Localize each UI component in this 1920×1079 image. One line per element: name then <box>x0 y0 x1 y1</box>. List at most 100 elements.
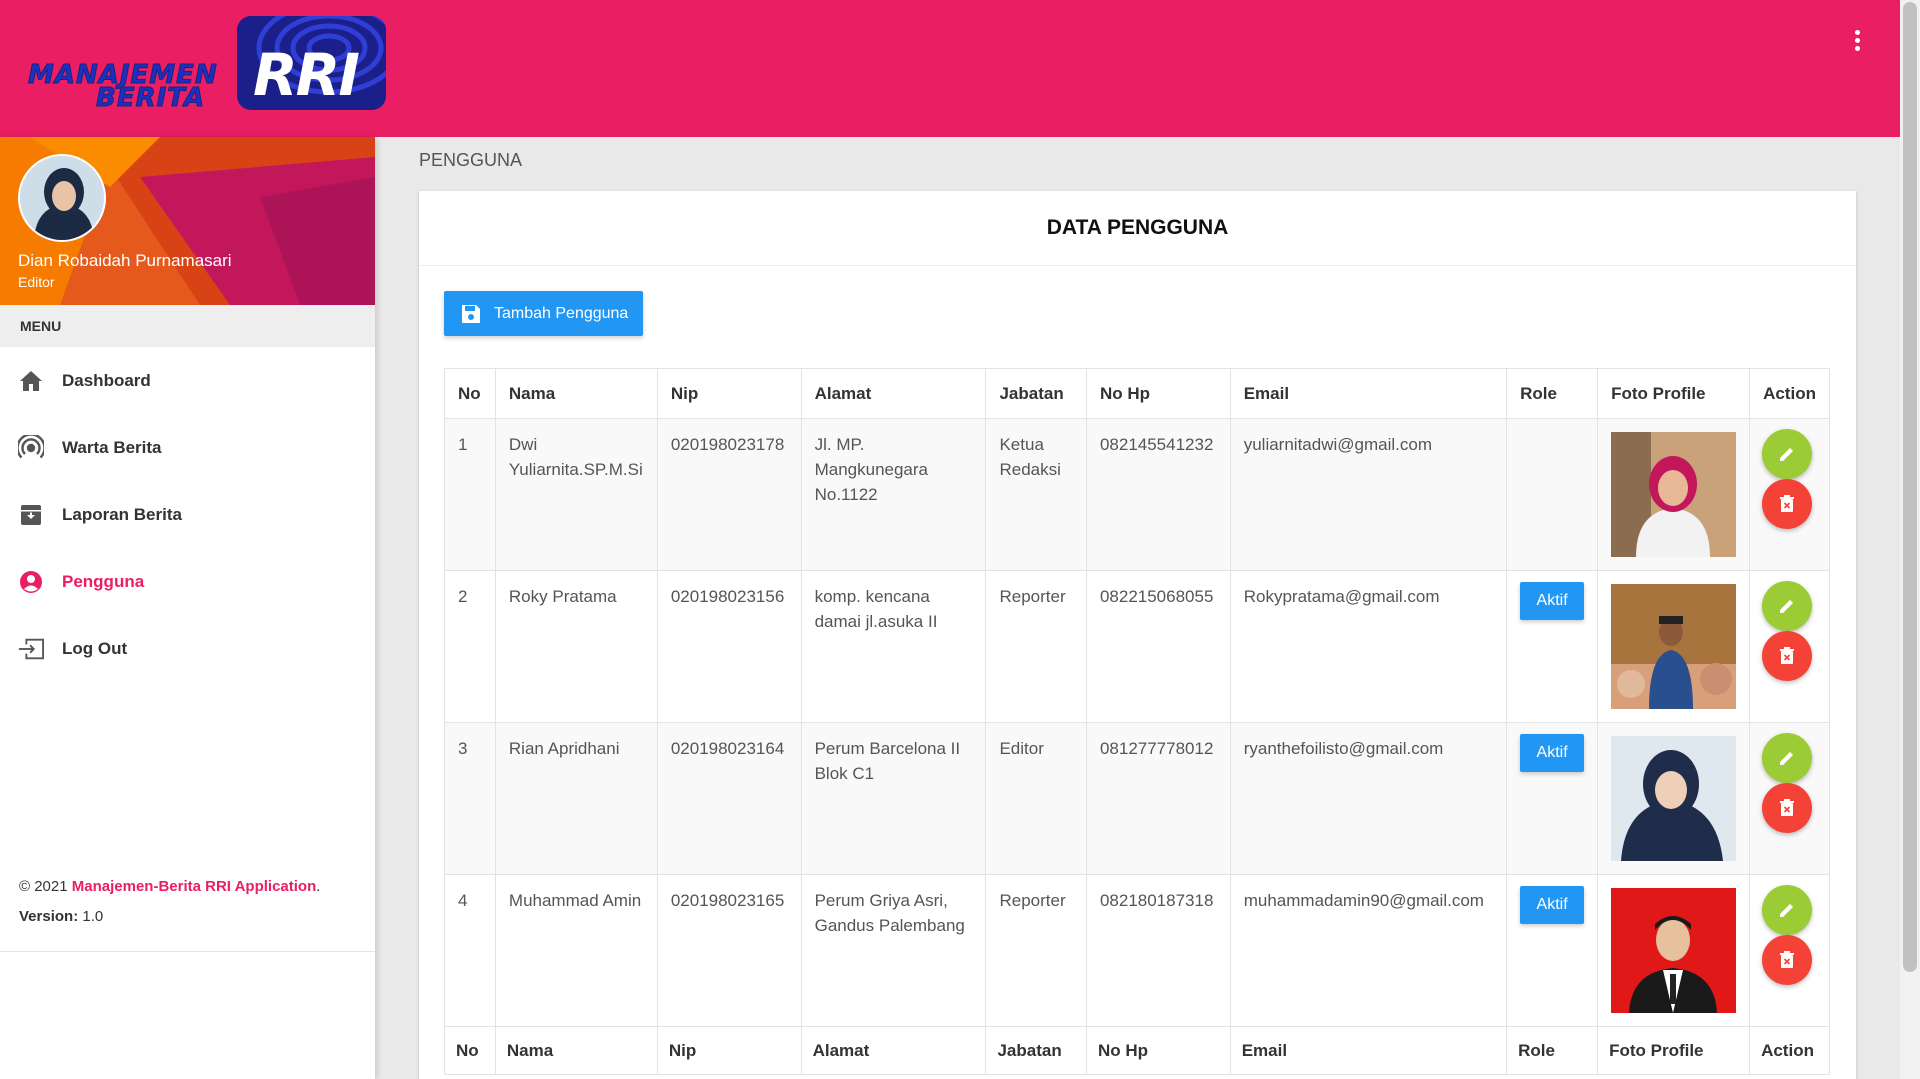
footer-header-nip: Nip <box>656 1026 802 1075</box>
cell-nip: 020198023165 <box>656 874 802 1027</box>
sidebar-item-dashboard[interactable]: Dashboard <box>0 347 375 414</box>
archive-icon <box>18 502 44 528</box>
page-scrollbar[interactable] <box>1900 0 1920 1079</box>
users-table: No Nama Nip Alamat Jabatan No Hp Email R… <box>444 368 1830 1075</box>
column-header-no[interactable]: No <box>444 368 496 419</box>
sidebar-item-label: Log Out <box>62 638 128 658</box>
copyright-year: © 2021 <box>19 878 68 895</box>
column-header-action[interactable]: Action <box>1749 368 1830 419</box>
column-header-role[interactable]: Role <box>1506 368 1599 419</box>
edit-button[interactable] <box>1762 733 1813 783</box>
column-header-nama[interactable]: Nama <box>494 368 658 419</box>
sidebar-item-warta-berita[interactable]: Warta Berita <box>0 414 375 481</box>
cell-action <box>1749 570 1830 723</box>
cell-action <box>1749 722 1830 875</box>
cell-nama: Rian Apridhani <box>494 722 658 875</box>
version-text: Version: 1.0 <box>19 908 103 925</box>
logo-line-2: BERITA <box>95 83 206 114</box>
cell-foto <box>1597 722 1751 875</box>
add-user-button[interactable]: Tambah Pengguna <box>444 291 643 336</box>
cell-action <box>1749 418 1830 571</box>
logo-wordmark: MANAJEMEN BERITA <box>28 60 243 114</box>
table-row: 2 Roky Pratama 020198023156 komp. kencan… <box>444 570 1830 723</box>
column-header-email[interactable]: Email <box>1229 368 1508 419</box>
role-status-button[interactable]: Aktif <box>1520 734 1585 772</box>
trash-icon <box>1780 495 1795 512</box>
cell-role: Aktif <box>1506 874 1599 1027</box>
cell-no: 1 <box>444 418 496 571</box>
cell-nip: 020198023156 <box>656 570 802 723</box>
cell-no: 3 <box>444 722 496 875</box>
menu-header: MENU <box>0 305 375 347</box>
trash-icon <box>1780 647 1795 664</box>
app-logo[interactable]: MANAJEMEN BERITA RRI <box>28 16 386 114</box>
cell-nip: 020198023164 <box>656 722 802 875</box>
cell-nip: 020198023178 <box>656 418 802 571</box>
footer-header-no: No <box>444 1026 496 1075</box>
card-title: DATA PENGGUNA <box>419 191 1856 266</box>
sidebar-item-laporan-berita[interactable]: Laporan Berita <box>0 481 375 548</box>
copyright-brand-link[interactable]: Manajemen-Berita RRI Application <box>72 878 316 895</box>
profile-photo[interactable] <box>1611 736 1737 861</box>
sidebar-item-pengguna[interactable]: Pengguna <box>0 548 375 615</box>
delete-button[interactable] <box>1762 935 1813 985</box>
logo-rri-text: RRI <box>253 41 360 109</box>
pencil-icon <box>1780 448 1794 461</box>
cell-email: muhammadamin90@gmail.com <box>1229 874 1508 1027</box>
role-status-button[interactable]: Aktif <box>1520 582 1585 620</box>
delete-button[interactable] <box>1762 783 1813 833</box>
cell-nohp: 082145541232 <box>1085 418 1231 571</box>
footer-header-role: Role <box>1506 1026 1599 1075</box>
cell-foto <box>1597 418 1751 571</box>
user-role: Editor <box>18 274 55 290</box>
cell-foto <box>1597 570 1751 723</box>
edit-button[interactable] <box>1762 885 1813 935</box>
edit-button[interactable] <box>1762 429 1813 479</box>
column-header-nip[interactable]: Nip <box>656 368 802 419</box>
cell-alamat: komp. kencana damai jl.asuka II <box>800 570 987 723</box>
footer-header-nama: Nama <box>494 1026 658 1075</box>
cell-jabatan: Reporter <box>985 874 1087 1027</box>
cell-alamat: Jl. MP. Mangkunegara No.1122 <box>800 418 987 571</box>
user-avatar[interactable] <box>18 154 106 242</box>
footer-header-foto-profile: Foto Profile <box>1597 1026 1751 1075</box>
footer-header-jabatan: Jabatan <box>985 1026 1087 1075</box>
cell-email: yuliarnitadwi@gmail.com <box>1229 418 1508 571</box>
cell-role: Aktif <box>1506 722 1599 875</box>
column-header-nohp[interactable]: No Hp <box>1085 368 1231 419</box>
column-header-alamat[interactable]: Alamat <box>800 368 987 419</box>
cell-nama: Roky Pratama <box>494 570 658 723</box>
trash-icon <box>1780 799 1795 816</box>
broadcast-icon <box>18 434 44 461</box>
more-options-icon[interactable] <box>1850 30 1864 58</box>
profile-photo[interactable] <box>1611 432 1737 557</box>
table-row: 4 Muhammad Amin 020198023165 Perum Griya… <box>444 874 1830 1027</box>
cell-nama: Dwi Yuliarnita.SP.M.Si <box>494 418 658 571</box>
table-header-row: No Nama Nip Alamat Jabatan No Hp Email R… <box>444 368 1830 419</box>
scrollbar-thumb[interactable] <box>1903 2 1917 972</box>
cell-jabatan: Reporter <box>985 570 1087 723</box>
table-footer-row: No Nama Nip Alamat Jabatan No Hp Email R… <box>444 1026 1830 1075</box>
pencil-icon <box>1780 752 1794 765</box>
cell-action <box>1749 874 1830 1027</box>
edit-button[interactable] <box>1762 581 1813 631</box>
sidebar-footer-divider <box>0 951 375 952</box>
copyright-text: © 2021 Manajemen-Berita RRI Application. <box>19 878 320 895</box>
delete-button[interactable] <box>1762 631 1813 681</box>
cell-nohp: 082180187318 <box>1085 874 1231 1027</box>
delete-button[interactable] <box>1762 479 1813 529</box>
cell-email: ryanthefoilisto@gmail.com <box>1229 722 1508 875</box>
cell-alamat: Perum Barcelona II Blok C1 <box>800 722 987 875</box>
cell-foto <box>1597 874 1751 1027</box>
top-navbar: MANAJEMEN BERITA RRI <box>0 0 1900 137</box>
column-header-foto-profile[interactable]: Foto Profile <box>1597 368 1751 419</box>
cell-alamat: Perum Griya Asri, Gandus Palembang <box>800 874 987 1027</box>
role-status-button[interactable]: Aktif <box>1520 886 1585 924</box>
breadcrumb: PENGGUNA <box>419 150 523 170</box>
sidebar-item-log-out[interactable]: Log Out <box>0 615 375 682</box>
column-header-jabatan[interactable]: Jabatan <box>985 368 1087 419</box>
profile-photo[interactable] <box>1611 584 1737 709</box>
rri-logo-badge: RRI <box>237 16 386 110</box>
profile-photo[interactable] <box>1611 888 1737 1013</box>
home-icon <box>18 368 44 394</box>
